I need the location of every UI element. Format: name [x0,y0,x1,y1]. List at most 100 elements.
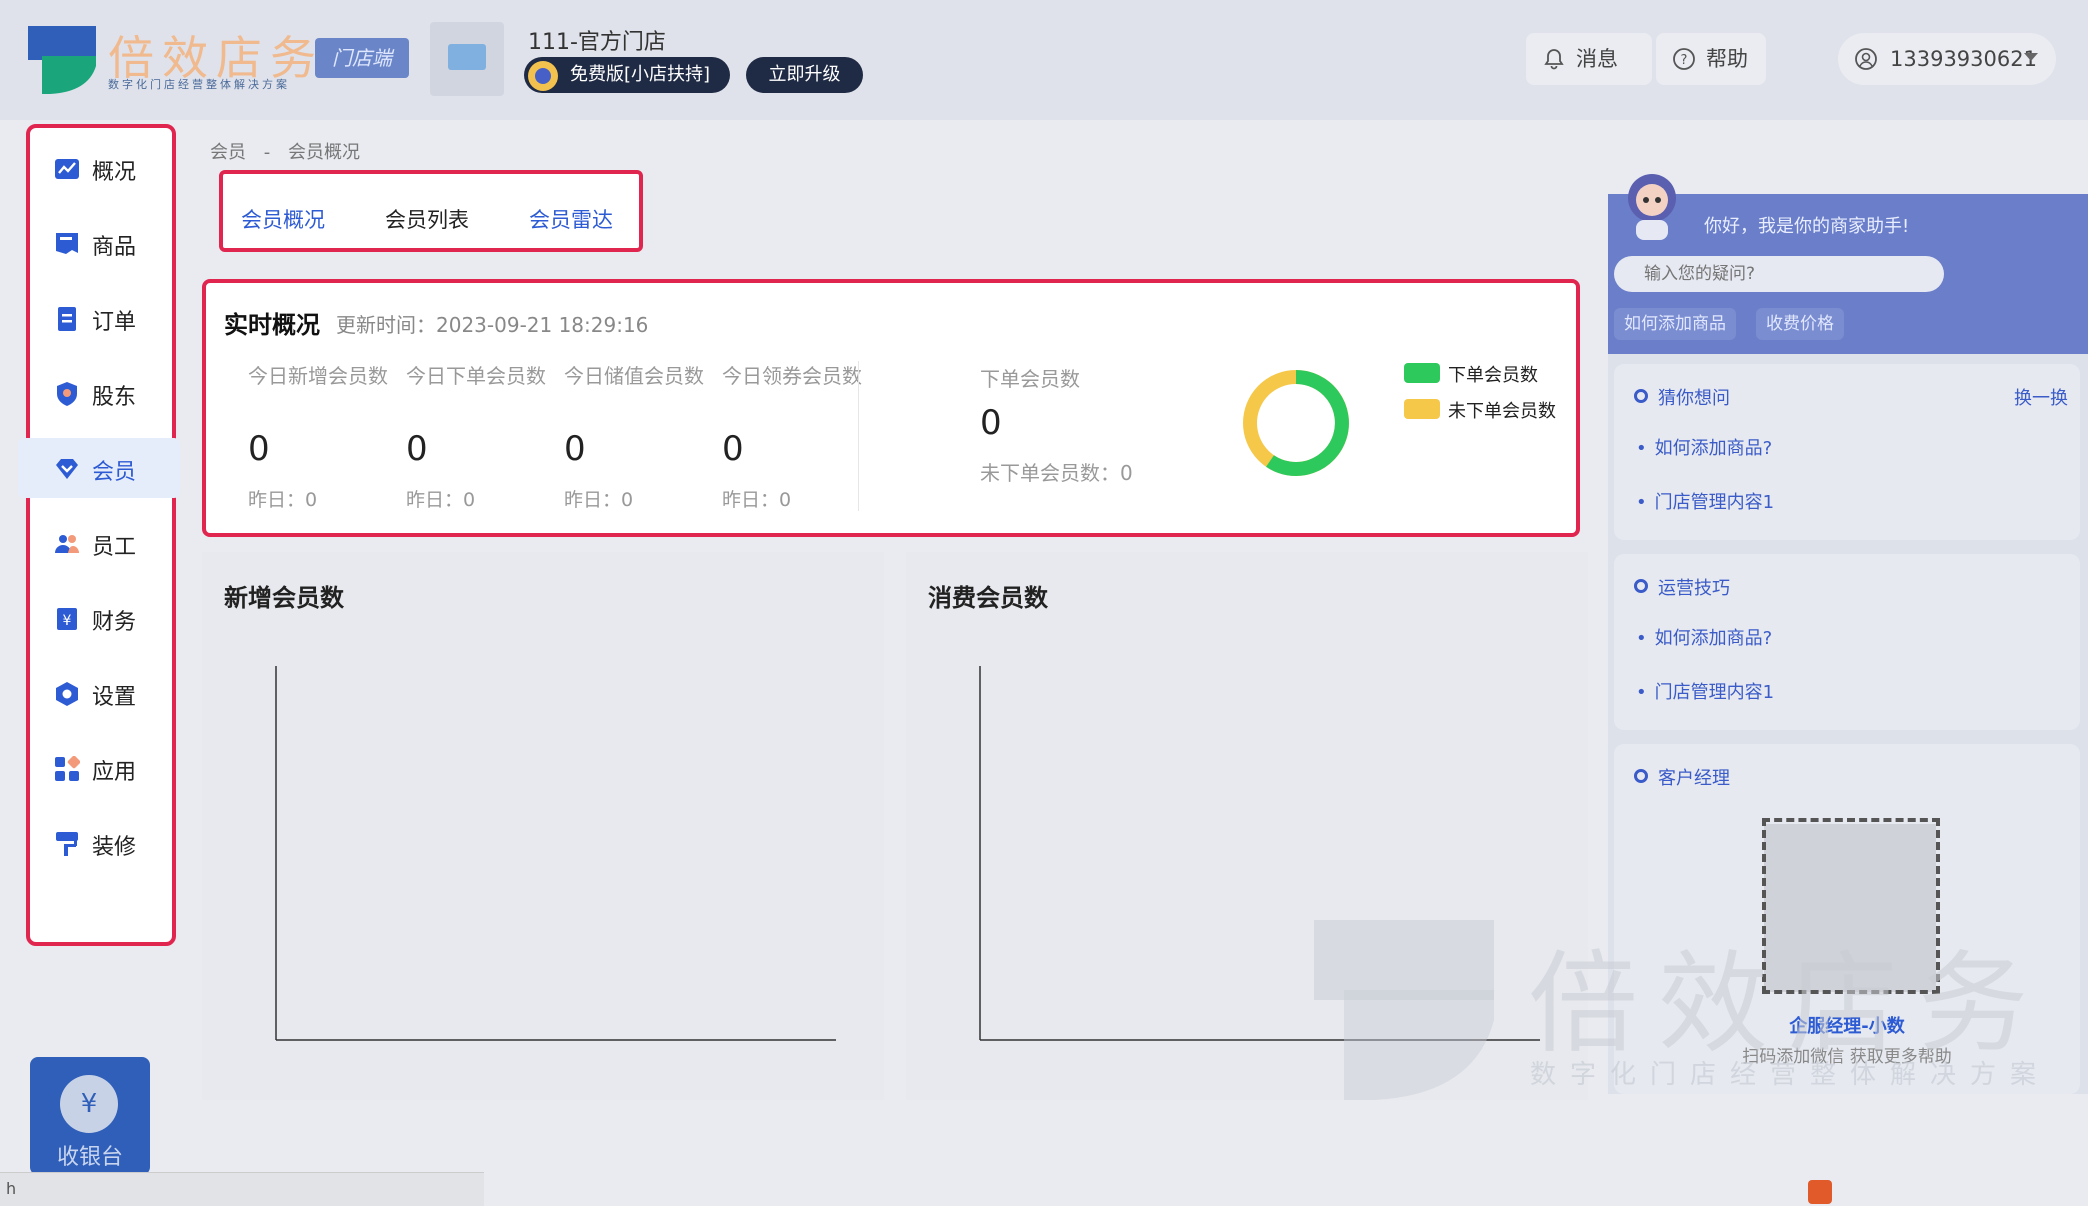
watermark-subtitle: 数字化门店经营整体解决方案 [1530,1060,2051,1090]
sidebar-item-label: 财务 [92,610,137,635]
input-method-icon[interactable] [1808,1180,1832,1204]
stat-label: 今日储值会员数 [564,364,704,388]
help-label: 帮助 [1706,47,1748,71]
stat-label: 今日领券会员数 [722,364,862,388]
cashier-label: 收银台 [56,1145,123,1170]
breadcrumb-current: 会员概况 [287,142,360,163]
card-title: 运营技巧 [1634,574,1730,600]
assistant-question-input[interactable] [1614,256,1944,292]
decorate-icon [56,832,78,856]
tip-link[interactable]: 门店管理内容1 [1636,678,1774,704]
store-badge: 门店端 [315,38,409,78]
guess-questions-card: 猜你想问 换一换 如何添加商品? 门店管理内容1 [1614,364,2080,540]
stat-deposit-members: 今日储值会员数 0 昨日：0 [564,363,704,511]
overview-title: 实时概况 [224,311,320,339]
svg-text:?: ? [1681,53,1688,68]
sidebar-item-overview[interactable]: 概况 [42,138,166,198]
messages-label: 消息 [1576,47,1618,71]
breadcrumb-separator: - [263,142,271,163]
sidebar-item-label: 应用 [92,760,137,785]
sidebar-item-decorate[interactable]: 装修 [42,813,166,873]
plan-badge[interactable]: 免费版[小店扶持] [524,57,731,93]
card-title: 猜你想问 [1634,384,1730,410]
stat-yesterday: 昨日：0 [722,489,792,511]
user-phone: 13393930621 [1890,47,2037,71]
legend-swatch [1404,363,1440,383]
stat-label: 今日下单会员数 [406,364,546,388]
sidebar-item-finance[interactable]: ¥ 财务 [42,588,166,648]
stat-yesterday: 昨日：0 [406,489,476,511]
watermark-logo-icon [1314,920,1494,1100]
store-name[interactable]: 111-官方门店 [528,24,666,56]
card-title: 客户经理 [1634,764,1730,790]
legend-swatch [1404,399,1440,419]
sidebar-item-apps[interactable]: 应用 [42,738,166,798]
stat-yesterday: 昨日：0 [564,489,634,511]
logo-icon [28,26,96,94]
settings-icon [56,682,78,706]
stat-order-members: 今日下单会员数 0 昨日：0 [406,363,546,511]
operation-tips-card: 运营技巧 如何添加商品? 门店管理内容1 [1614,554,2080,730]
new-members-chart: 新增会员数 [202,552,884,1100]
stat-value: 0 [406,429,428,469]
cashier-button[interactable]: 收银台 [30,1057,150,1175]
quick-question-chip[interactable]: 如何添加商品 [1614,308,1736,340]
sidebar-item-shareholders[interactable]: 股东 [42,363,166,423]
sidebar-item-label: 股东 [92,385,137,410]
sidebar-item-members[interactable]: 会员 [18,438,180,498]
breadcrumb: 会员 - 会员概况 [210,138,372,164]
sidebar-item-orders[interactable]: 订单 [42,288,166,348]
stat-coupon-members: 今日领券会员数 0 昨日：0 [722,363,862,511]
robot-avatar-icon [1628,174,1676,240]
question-link[interactable]: 门店管理内容1 [1636,488,1774,514]
sidebar-item-label: 员工 [92,535,137,560]
order-members-label: 下单会员数 [980,367,1080,391]
chart-title: 新增会员数 [224,584,344,612]
sidebar-item-label: 订单 [92,310,137,335]
user-menu[interactable]: 13393930621 [1838,33,2056,85]
stat-new-members: 今日新增会员数 0 昨日：0 [248,363,388,511]
sidebar-item-goods[interactable]: 商品 [42,213,166,273]
chart-title: 消费会员数 [928,584,1048,612]
tab-member-overview[interactable]: 会员概况 [241,204,325,234]
finance-icon: ¥ [57,608,77,630]
tip-link[interactable]: 如何添加商品? [1636,624,1773,650]
watermark-text: 倍效店务 [1528,940,2048,1068]
sidebar-item-staff[interactable]: 员工 [42,513,166,573]
help-button[interactable]: ? 帮助 [1656,33,1766,85]
top-header: 倍效店务 数字化门店经营整体解决方案 门店端 111-官方门店 免费版[小店扶持… [0,0,2088,120]
sidebar-item-label: 装修 [92,835,137,860]
order-icon [58,307,76,331]
non-order-members: 未下单会员数：0 [980,461,1133,485]
legend-label: 未下单会员数 [1448,401,1556,422]
upgrade-button[interactable]: 立即升级 [746,57,863,93]
stat-value: 0 [722,429,744,469]
chevron-down-icon [2024,53,2038,61]
refresh-button[interactable]: 换一换 [2014,384,2068,410]
apps-icon [55,756,80,781]
chart-icon [55,159,79,179]
medal-icon [528,61,558,91]
svg-text:¥: ¥ [63,613,72,629]
legend-label: 下单会员数 [1448,365,1538,386]
member-icon [56,459,78,479]
question-link[interactable]: 如何添加商品? [1636,434,1773,460]
stat-value: 0 [564,429,586,469]
sidebar-item-settings[interactable]: 设置 [42,663,166,723]
stat-value: 0 [248,429,270,469]
sidebar-item-label: 会员 [92,460,137,485]
tab-member-radar[interactable]: 会员雷达 [529,204,613,234]
tab-member-list[interactable]: 会员列表 [385,204,469,234]
user-icon [1855,48,1877,70]
quick-question-chip[interactable]: 收费价格 [1756,308,1844,340]
member-tabs: 会员概况 会员列表 会员雷达 [219,170,643,252]
update-time: 更新时间：2023-09-21 18:29:16 [336,313,649,337]
plan-label: 免费版[小店扶持] [570,64,711,85]
breadcrumb-item[interactable]: 会员 [210,142,246,163]
goods-icon [56,233,78,254]
store-thumbnail[interactable] [430,22,504,96]
messages-button[interactable]: 消息 [1526,33,1652,85]
sidebar-item-label: 概况 [92,160,137,185]
stat-yesterday: 昨日：0 [248,489,318,511]
order-members-value: 0 [980,403,1002,443]
